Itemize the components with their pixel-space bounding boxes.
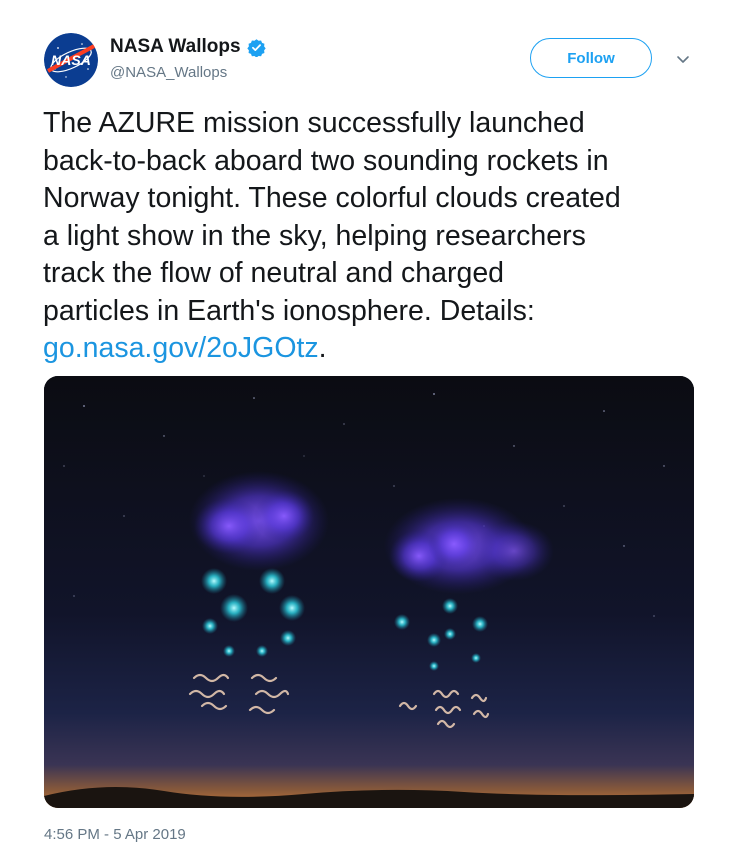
verified-badge-icon	[246, 38, 266, 58]
author-name-row[interactable]: NASA Wallops	[110, 36, 266, 58]
azure-clouds-photo	[44, 376, 694, 808]
tweet-text: The AZURE mission successfully launched …	[43, 105, 713, 368]
tweet-timestamp[interactable]: 4:56 PM - 5 Apr 2019	[44, 826, 186, 843]
chevron-down-icon[interactable]	[674, 50, 692, 68]
tweet-link[interactable]: go.nasa.gov/2oJGOtz	[43, 332, 319, 364]
display-name[interactable]: NASA Wallops	[110, 36, 241, 58]
tweet-photo[interactable]	[44, 376, 694, 808]
nasa-logo-text: NASA	[51, 52, 91, 68]
tweet-text-body: The AZURE mission successfully launched …	[43, 107, 621, 327]
user-handle[interactable]: @NASA_Wallops	[110, 64, 227, 81]
follow-button[interactable]: Follow	[530, 38, 652, 78]
nasa-logo: NASA	[44, 33, 98, 87]
avatar[interactable]: NASA	[44, 33, 98, 87]
tweet-text-end: .	[318, 332, 327, 364]
